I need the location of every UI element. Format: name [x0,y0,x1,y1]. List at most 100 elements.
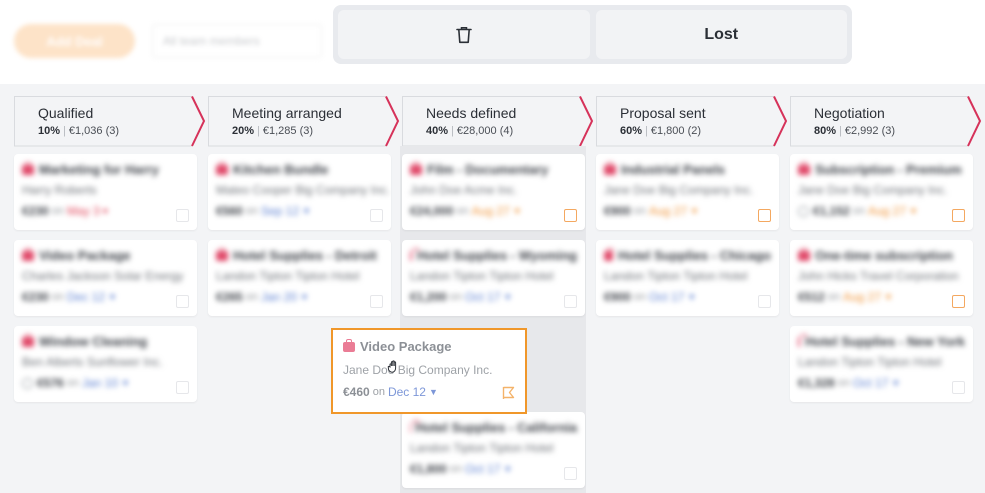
activity-icon[interactable] [564,295,577,308]
deal-org: Charles Jackson Solar Energy [22,269,184,283]
deal-on: on [245,291,258,303]
briefcase-icon [604,247,613,261]
add-deal-button[interactable]: Add Deal [14,24,135,58]
briefcase-icon [22,161,34,175]
stage-summary: 20% | €1,285 (3) [232,125,313,137]
deal-org: Landon Tipton Tipton Hotel [216,269,360,283]
deal-title: One-time subscription [798,247,965,263]
deal-amount-line: €230 on May 3 ♥ [22,204,189,218]
activity-icon[interactable] [176,209,189,222]
activity-icon[interactable] [176,381,189,394]
activity-icon[interactable] [952,209,965,222]
deal-org: Landon Tipton Tipton Hotel [798,355,942,369]
activity-icon[interactable] [176,295,189,308]
stage-name: Meeting arranged [232,105,342,121]
stage-total: €28,000 (4) [456,125,514,137]
deal-amount: €24,000 [410,204,454,218]
briefcase-icon [216,161,228,175]
delete-drop-zone[interactable] [338,10,590,59]
briefcase-icon [798,247,810,261]
caret-down-icon: ♥ [102,206,108,216]
deal-title: Hotel Supplies - California [410,419,577,435]
deal-amount: €1,800 [410,462,447,476]
deal-on: on [837,377,850,389]
deal-title: Film - Documentary [410,161,577,177]
briefcase-icon [410,247,419,261]
dragged-deal-card[interactable]: Video Package Jane Doe Big Company Inc. … [331,328,527,414]
deal-amount: €1,200 [410,290,447,304]
dragged-deal-on: on [372,386,385,398]
team-filter-select[interactable]: All team members [152,24,322,58]
activity-icon[interactable] [370,209,383,222]
caret-down-icon: ▼ [503,292,513,302]
deal-card[interactable]: Hotel Supplies - California Landon Tipton… [402,412,585,488]
deal-date: Oct 17 [852,376,889,390]
briefcase-icon [22,333,34,347]
dragged-deal-amount: €460 [343,385,370,399]
caret-down-icon: ▼ [687,292,697,302]
deal-amount: €560 [216,204,243,218]
activity-icon[interactable] [758,295,771,308]
deal-card-content: Hotel Supplies - Wyoming Landon Tipton Ti… [410,247,577,304]
deal-amount-line: €1,200 on Oct 17 ▼ [410,290,577,304]
clock-icon [22,377,33,389]
activity-icon[interactable] [952,381,965,394]
deal-card[interactable]: Kitchen Bundle Mateo Cooper Big Company I… [208,154,391,230]
deal-date: Oct 17 [464,290,501,304]
deal-amount-line: €230 on Dec 12 ▼ [22,290,189,304]
activity-icon[interactable] [564,467,577,480]
deal-date: Dec 12 [66,290,105,304]
deal-on: on [633,205,646,217]
deal-org: John Doe Acme Inc. [410,183,518,197]
activity-icon[interactable] [758,209,771,222]
pipeline-board: Qualified 10% | €1,036 (3) Meeting arranged 2… [0,84,985,493]
activity-icon[interactable] [952,295,965,308]
deal-amount-line: €1,152 on Aug 27 ▼ [798,204,965,218]
deal-card[interactable]: Hotel Supplies - New York Landon Tipton T… [790,326,973,402]
deal-org: Ben Alberts Sunflower Inc. [22,355,163,369]
deal-org: John Hicks Travel Corporation [798,269,959,283]
deal-card[interactable]: Film - Documentary John Doe Acme Inc. €24,… [402,154,585,230]
deal-title-text: Video Package [39,248,131,263]
deal-card[interactable]: Marketing for Harry Harry Roberts €230 on Ma… [14,154,197,230]
stage-total: €1,285 (3) [262,125,314,137]
drop-zone-bar: Lost [333,5,852,64]
activity-icon[interactable] [370,295,383,308]
deal-title: Kitchen Bundle [216,161,383,177]
activity-icon[interactable] [564,209,577,222]
deal-card[interactable]: Hotel Supplies - Detroit Landon Tipton Ti… [208,240,391,316]
deal-title: Window Cleaning [22,333,189,349]
lost-drop-zone[interactable]: Lost [595,10,847,59]
caret-down-icon: ▼ [891,378,901,388]
deal-card[interactable]: Subscription - Premium Jane Doe Big Compa… [790,154,973,230]
briefcase-icon [343,338,355,352]
deal-date: Sep 12 [260,204,299,218]
stage-header-1: Qualified 10% | €1,036 (3) [14,96,208,147]
briefcase-icon [22,247,34,261]
stage-probability: 60% [620,125,643,137]
caret-down-icon: ▼ [299,292,309,302]
flag-icon[interactable] [502,386,516,400]
deal-title: Marketing for Harry [22,161,189,177]
deal-card[interactable]: Hotel Supplies - Chicago Landon Tipton Ti… [596,240,779,316]
deal-amount: €230 [22,290,49,304]
caret-down-icon: ▼ [884,292,893,302]
caret-down-icon: ▼ [120,378,130,388]
deal-title-text: Film - Documentary [427,162,549,177]
stage-chevron [208,96,400,147]
deal-card[interactable]: Video Package Charles Jackson Solar Energ… [14,240,197,316]
caret-down-icon: ▼ [302,206,311,216]
deal-amount: €265 [216,290,243,304]
deal-date: Aug 27 [842,290,881,304]
stage-header-4: Proposal sent 60% | €1,800 (2) [596,96,790,147]
deal-card[interactable]: Industrial Panels Jane Doe Big Company In… [596,154,779,230]
deal-org: Harry Roberts [22,183,97,197]
stage-total: €1,800 (2) [650,125,702,137]
deal-card[interactable]: Window Cleaning Ben Alberts Sunflower Inc… [14,326,197,402]
deal-card[interactable]: One-time subscription John Hicks Travel C… [790,240,973,316]
clock-icon [798,205,809,217]
deal-org: Landon Tipton Tipton Hotel [410,269,554,283]
stage-chevron [402,96,594,147]
deal-card[interactable]: Hotel Supplies - Wyoming Landon Tipton Ti… [402,240,585,316]
stage-header-2: Meeting arranged 20% | €1,285 (3) [208,96,402,147]
